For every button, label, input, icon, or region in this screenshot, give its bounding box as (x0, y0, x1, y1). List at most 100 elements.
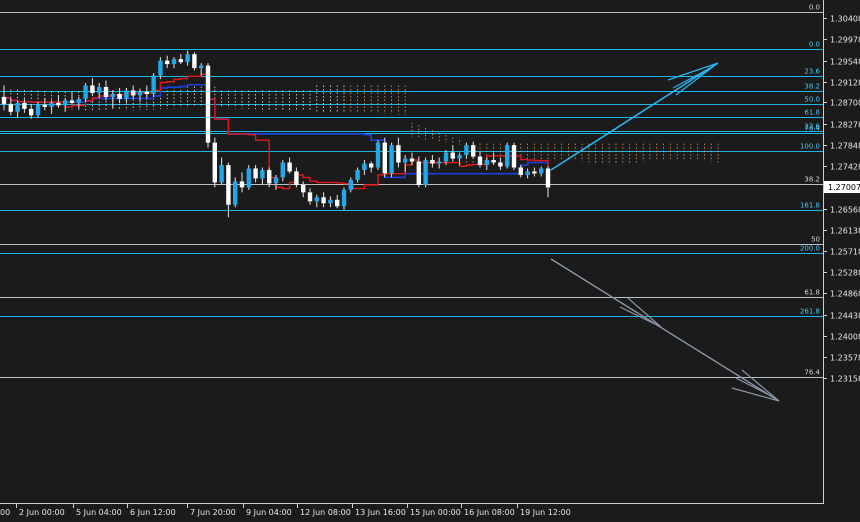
candle-body (137, 91, 143, 96)
time-axis: 00 2 Jun 00:00 5 Jun 04:00 6 Jun 12:00 7 Jun… (0, 504, 571, 517)
candle-body (505, 145, 510, 167)
candle-body (511, 145, 517, 168)
candle-body (525, 171, 530, 175)
price-tick-label: 1.23158 (830, 375, 860, 384)
candle-body (131, 90, 136, 96)
candle-body (416, 161, 421, 185)
candle-body (355, 169, 360, 180)
candle-body (539, 168, 544, 174)
price-tick-label: 1.29548 (830, 58, 860, 67)
candle-body (341, 189, 347, 207)
time-tick-label: 12 Jun 08:00 (300, 508, 351, 517)
time-tick-label: 19 Jun 12:00 (520, 508, 571, 517)
candle-body (464, 145, 469, 156)
candle-body (29, 108, 34, 116)
candle-body (97, 86, 102, 93)
candle-body (294, 171, 299, 185)
candle-body (117, 93, 122, 99)
candle-body (83, 85, 88, 99)
candle-body (328, 199, 333, 204)
time-tick-label: 16 Jun 08:00 (464, 508, 515, 517)
price-tick-label: 1.29978 (830, 36, 860, 45)
time-tick-label: 9 Jun 04:00 (246, 508, 292, 517)
candle-body (76, 98, 81, 103)
candle-body (205, 65, 211, 143)
candle-body (389, 145, 394, 174)
candle-body (403, 158, 408, 163)
time-tick-label: 15 Jun 00:00 (410, 508, 461, 517)
fib-level-label: 0.0 (809, 4, 820, 12)
current-price-label: 1.27007 (828, 183, 860, 192)
candle-body (545, 168, 551, 188)
price-tick-label: 1.25718 (830, 248, 860, 257)
candle-body (348, 179, 353, 190)
candle-body (158, 60, 163, 76)
candle-body (151, 75, 156, 94)
candle-body (192, 54, 197, 69)
price-tick-label: 1.28708 (830, 99, 860, 108)
candle-body (63, 100, 68, 106)
candle-body (103, 86, 109, 97)
candle-body (178, 59, 183, 63)
price-chart: 0.00.023.638.250.061.823.676.4100.038.21… (0, 0, 860, 517)
fib-level-label: 50.0 (804, 96, 820, 104)
candle-body (22, 102, 27, 109)
price-axis: 1.30408 1.29978 1.29548 1.29128 1.28708 1.282… (823, 15, 860, 384)
candle-body (42, 104, 47, 107)
candle-body (144, 91, 149, 94)
candle-body (301, 184, 306, 193)
candle-body (396, 145, 401, 163)
candle-body (443, 152, 449, 162)
price-tick-label: 1.24008 (830, 333, 860, 342)
candle-body (314, 197, 319, 202)
time-tick-label: 5 Jun 04:00 (76, 508, 122, 517)
candle-body (233, 181, 238, 205)
candle-body (8, 103, 13, 112)
candle-body (430, 160, 435, 164)
candle-body (423, 160, 428, 185)
candle-body (409, 158, 415, 162)
candle-body (321, 197, 326, 204)
candle-body (437, 161, 442, 164)
candle-body (457, 155, 462, 159)
price-tick-label: 1.26138 (830, 227, 860, 236)
candle-body (171, 59, 177, 65)
price-tick-label: 1.30408 (830, 15, 860, 24)
candle-body (491, 160, 496, 163)
candle-body (532, 171, 537, 174)
candle-body (49, 102, 54, 107)
candle-body (267, 169, 272, 184)
candle-body (477, 156, 483, 166)
candle-body (273, 177, 279, 184)
fib-level-label: 23.6 (804, 68, 820, 76)
time-tick-label: 13 Jun 16:00 (355, 508, 406, 517)
candle-body (56, 102, 61, 106)
time-tick-label: 00 (0, 508, 10, 517)
candle-body (375, 142, 381, 168)
candle-body (226, 165, 231, 205)
candle-body (498, 162, 503, 167)
price-tick-label: 1.27428 (830, 163, 860, 172)
candle-body (335, 199, 340, 207)
price-tick-label: 1.27848 (830, 142, 860, 151)
candle-body (287, 162, 292, 172)
fib-level-label: 100.0 (800, 143, 820, 151)
candle-body (253, 168, 258, 179)
price-tick-label: 1.26568 (830, 206, 860, 215)
price-tick-label: 1.24868 (830, 290, 860, 299)
candle-body (110, 93, 115, 97)
fib-level-label: 161.8 (800, 202, 820, 210)
time-tick-label: 7 Jun 20:00 (190, 508, 236, 517)
fib-level-label: 38.2 (804, 83, 820, 91)
time-tick-label: 6 Jun 12:00 (130, 508, 176, 517)
fib-level-label: 61.8 (804, 289, 820, 297)
fib-level-label: 38.2 (804, 176, 820, 184)
price-tick-label: 1.28278 (830, 121, 860, 130)
fib-level-label: 0.0 (809, 41, 820, 49)
candle-body (124, 90, 129, 99)
candle-body (369, 163, 374, 168)
candle-body (90, 85, 95, 93)
candle-body (280, 162, 285, 178)
candle-body (239, 181, 245, 188)
candle-body (382, 142, 387, 174)
